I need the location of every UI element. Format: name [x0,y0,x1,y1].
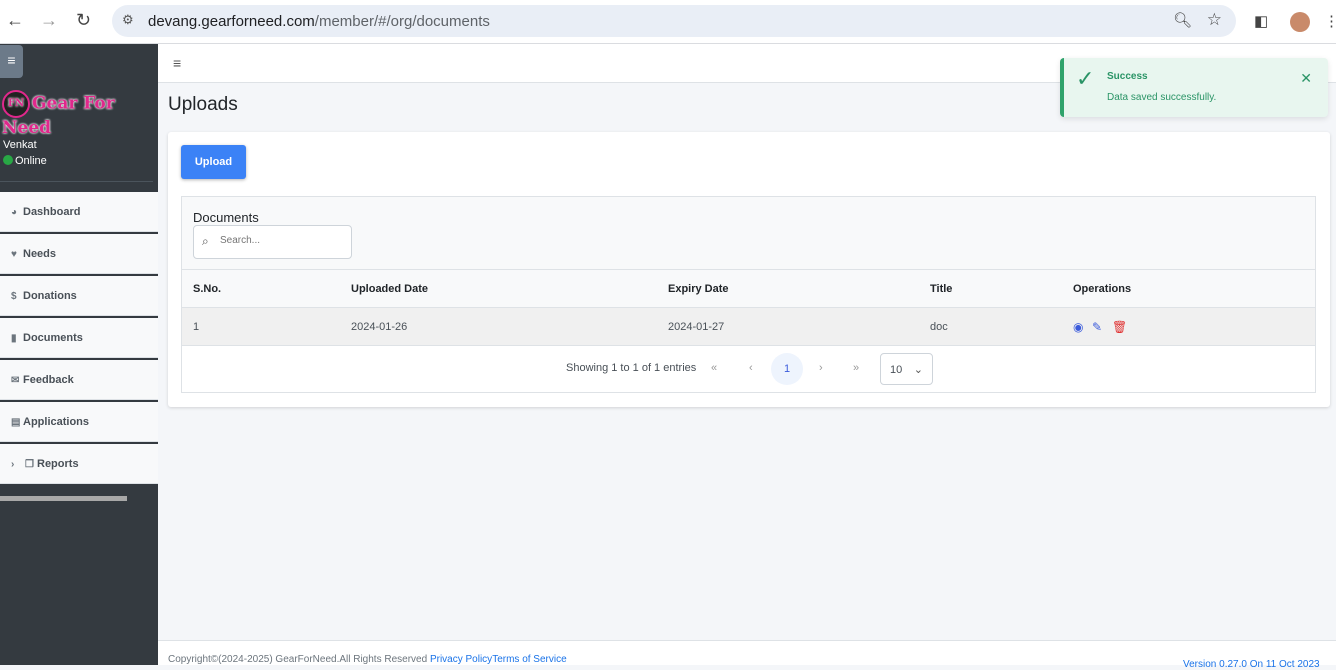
url-host: devang.gearforneed.com [148,13,315,30]
browser-toolbar: ← → ↻ ⚙ devang.gearforneed.com/member/#/… [0,0,1336,44]
chevron-right-icon: › [11,459,15,470]
sidebar-item-reports[interactable]: › ❐ Reports [0,444,158,484]
chevron-down-icon: ⌄ [913,364,923,376]
next-page-icon[interactable]: › [819,346,823,390]
divider [0,181,153,182]
pencil-icon[interactable]: ✎ [1092,308,1102,346]
online-dot-icon [3,155,13,165]
sidebar-item-documents[interactable]: ▮ Documents [0,318,158,358]
table-row: 1 2024-01-26 2024-01-27 doc ◉ ✎ 🗑︎ [182,308,1315,346]
forward-icon[interactable]: → [40,10,58,31]
hamburger-icon[interactable]: ≡ [173,55,181,71]
cell-title: doc [930,321,948,333]
pagination: Showing 1 to 1 of 1 entries « ‹ 1 › » 10… [182,346,1315,392]
user-name: Venkat [3,139,37,151]
cell-sno: 1 [193,321,200,333]
column-header[interactable]: Uploaded Date [351,270,428,308]
column-header[interactable]: Title [930,270,952,308]
column-header: Operations [1073,283,1132,295]
uploads-card: Upload Documents ⌕ S.No. Uploaded Date E… [168,132,1330,407]
pagination-summary: Showing 1 to 1 of 1 entries [566,362,697,374]
sidebar-item-applications[interactable]: ▤ Applications [0,402,158,442]
profile-avatar[interactable] [1290,12,1310,32]
user-status: Online [15,155,47,167]
side-panel-icon[interactable]: ◧ [1254,12,1268,30]
zoom-icon[interactable]: 🔍︎ [1173,11,1192,29]
table-header: S.No. Uploaded Date Expiry Date Title Op… [182,269,1315,308]
sidebar-toggle-icon[interactable]: ≡ [0,45,23,78]
url-path: /member/#/org/documents [314,13,490,30]
prev-page-icon[interactable]: ‹ [749,346,753,390]
documents-table: Documents ⌕ S.No. Uploaded Date Expiry D… [181,196,1316,393]
terms-link[interactable]: Terms of Service [492,654,566,665]
column-header[interactable]: S.No. [193,270,221,308]
column-header[interactable]: Expiry Date [668,270,729,308]
cell-uploaded-date: 2024-01-26 [351,321,408,333]
toast-title: Success [1107,71,1148,82]
cell-expiry-date: 2024-01-27 [668,321,725,333]
privacy-policy-link[interactable]: Privacy Policy [430,654,492,665]
search-icon: ⌕ [202,234,209,248]
donate-icon: $ [11,291,17,302]
hand-holding-heart-icon: ♥ [11,249,17,260]
rows-per-page-select[interactable]: 10 ⌄ [880,353,933,385]
menu-icon[interactable]: ⋮ [1324,12,1336,30]
file-icon: ▮ [11,333,17,344]
sidebar-item-feedback[interactable]: ✉ Feedback [0,360,158,400]
copy-icon: ❐ [25,459,34,470]
sidebar-item-donations[interactable]: $ Donations [0,276,158,316]
envelope-icon: ✉ [11,375,20,386]
star-icon[interactable]: ☆ [1207,10,1222,30]
trash-icon[interactable]: 🗑︎ [1112,308,1127,346]
toast-message: Data saved successfully. [1107,92,1217,103]
sidebar-item-dashboard[interactable]: ◕ Dashboard [0,192,158,232]
search-box[interactable]: ⌕ [193,225,352,259]
success-toast: ✓ Success Data saved successfully. ✕ [1060,58,1328,117]
copyright: Copyright©(2024-2025) GearForNeed.All Ri… [168,654,430,665]
check-icon: ✓ [1076,66,1095,91]
table-title: Documents [193,210,259,225]
back-icon[interactable]: ← [6,10,24,31]
upload-button[interactable]: Upload [181,145,246,179]
address-bar[interactable]: ⚙ devang.gearforneed.com/member/#/org/do… [112,5,1236,37]
search-input[interactable] [220,235,340,246]
site-settings-icon[interactable]: ⚙ [122,12,134,28]
chart-pie-icon: ◕ [11,207,18,218]
file-alt-icon: ▤ [11,417,21,428]
logo: FN Gear For Need [2,90,158,138]
footer: Copyright©(2024-2025) GearForNeed.All Ri… [158,640,1336,670]
close-icon[interactable]: ✕ [1300,70,1312,87]
last-page-icon[interactable]: » [853,346,859,390]
page-button-1[interactable]: 1 [771,353,803,385]
sidebar-item-needs[interactable]: ♥ Needs [0,234,158,274]
reload-icon[interactable]: ↻ [76,10,91,31]
eye-icon[interactable]: ◉ [1073,308,1083,346]
page-title: Uploads [168,94,238,115]
first-page-icon[interactable]: « [711,346,717,390]
sidebar-scrollbar[interactable] [0,496,127,501]
